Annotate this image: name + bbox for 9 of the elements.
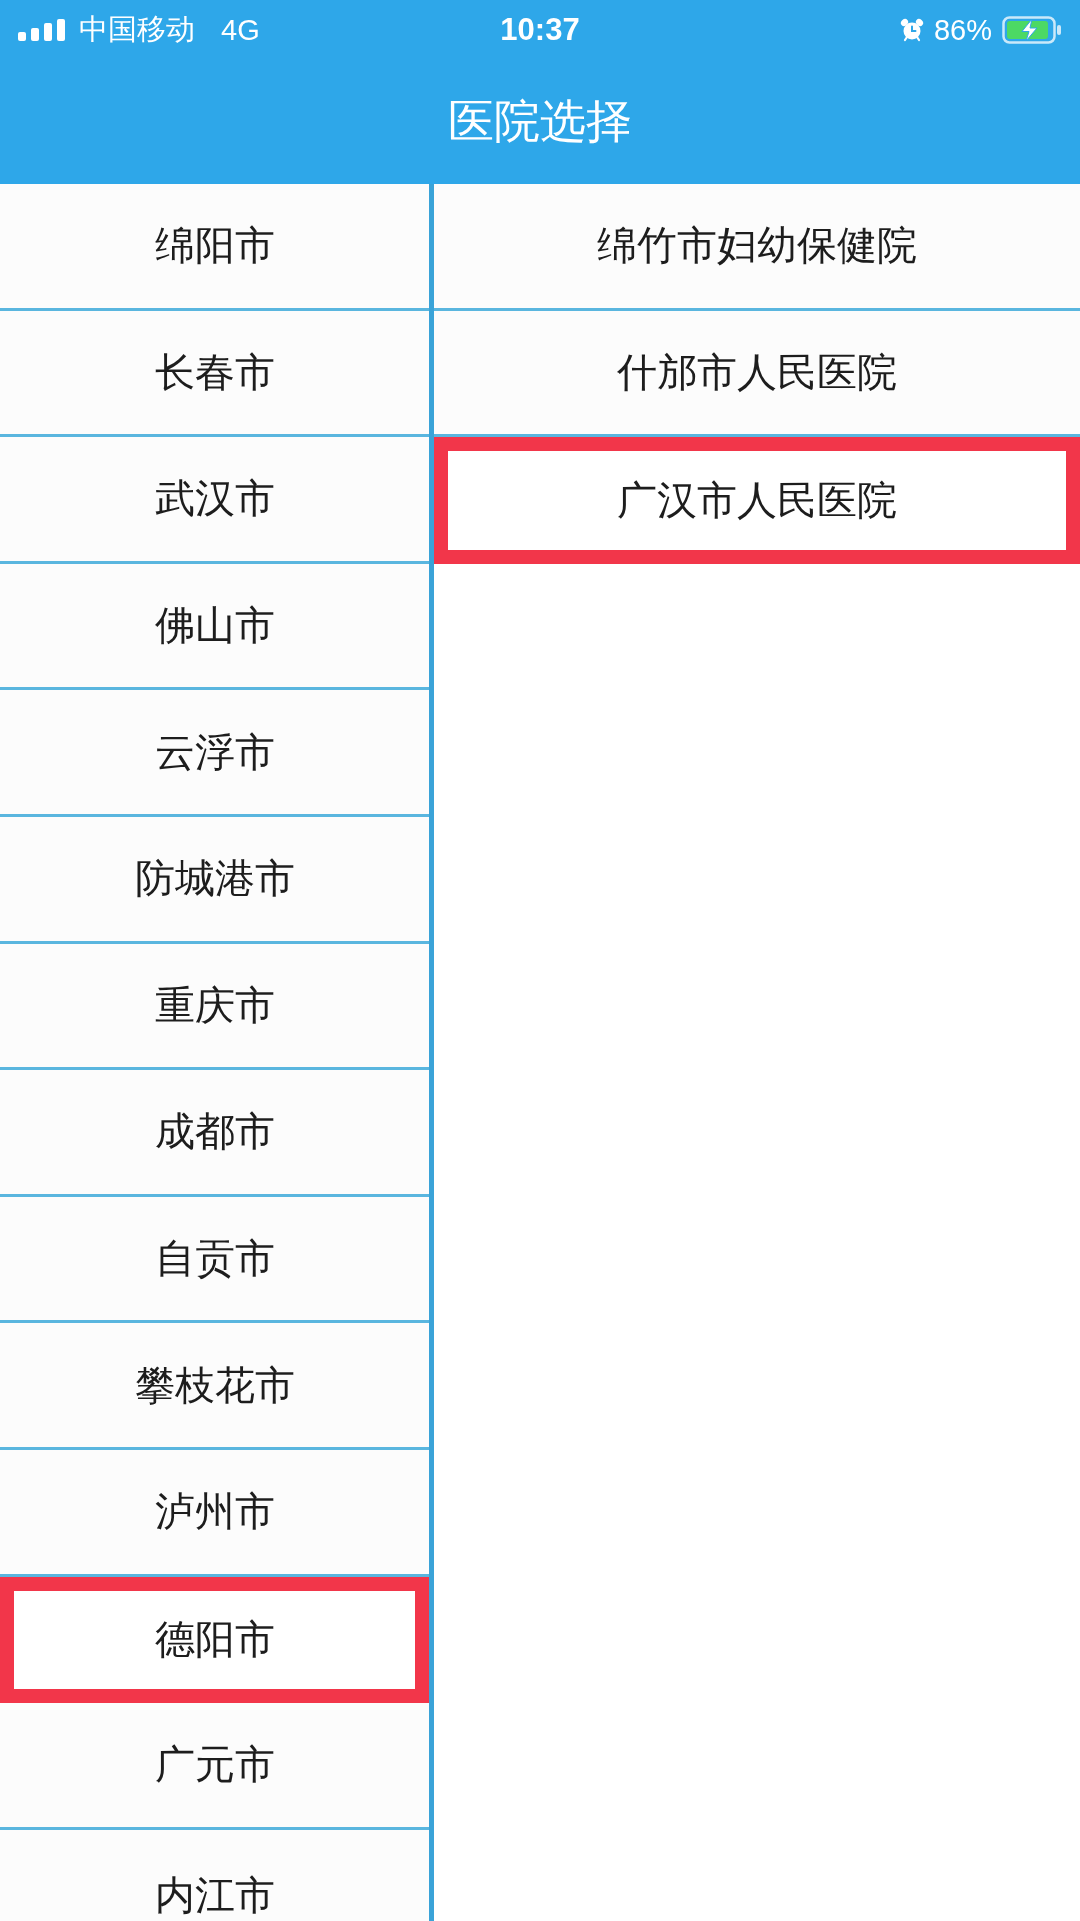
- battery-percent: 86%: [933, 13, 992, 47]
- hospital-item[interactable]: 广汉市人民医院: [434, 437, 1080, 564]
- city-item[interactable]: 德阳市: [0, 1576, 429, 1704]
- alarm-clock-icon: [899, 18, 924, 42]
- carrier-name: 中国移动: [79, 12, 195, 47]
- page-title: 医院选择: [448, 93, 632, 150]
- clock-time: 10:37: [500, 12, 580, 47]
- network-type: 4G: [221, 13, 260, 47]
- signal-icon: [18, 19, 65, 41]
